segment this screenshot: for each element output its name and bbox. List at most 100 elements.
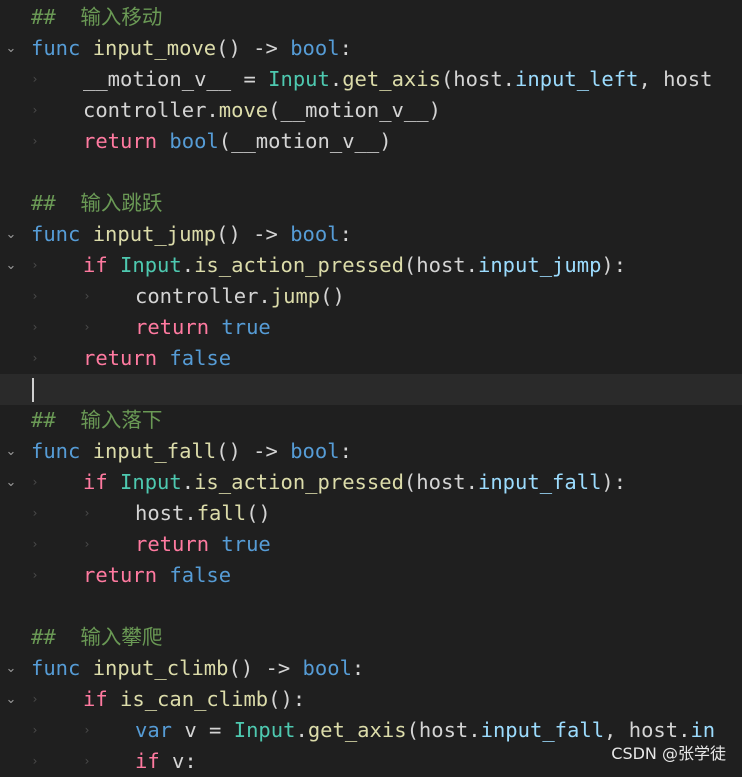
code-line[interactable]: ⌄ › if is_can_climb(): xyxy=(0,684,742,715)
tab-indent-icon: › xyxy=(32,506,38,520)
tab-indent-icon: › xyxy=(32,537,38,551)
watermark: CSDN @张学徒 xyxy=(611,744,726,763)
code-line[interactable]: ⌄ func input_jump() -> bool: xyxy=(0,219,742,250)
code-line[interactable]: › › return true xyxy=(0,312,742,343)
code-text: __motion_v__ = Input.get_axis(host.input… xyxy=(83,64,713,95)
code-line[interactable]: › return false xyxy=(0,560,742,591)
code-token: input_jump xyxy=(92,222,217,246)
tab-indent-icon: › xyxy=(32,134,38,148)
code-line[interactable]: ⌄ func input_climb() -> bool: xyxy=(0,653,742,684)
code-text: controller.move(__motion_v__) xyxy=(83,95,441,126)
code-line[interactable]: › return false xyxy=(0,343,742,374)
code-line[interactable]: › controller.move(__motion_v__) xyxy=(0,95,742,126)
code-text: func input_fall() -> bool: xyxy=(31,436,352,467)
code-token: (): xyxy=(268,687,306,711)
code-token: return xyxy=(135,315,210,339)
code-token: if xyxy=(83,470,108,494)
tab-indent-icon: › xyxy=(32,568,38,582)
code-line[interactable]: › › controller.jump() xyxy=(0,281,742,312)
code-token: ): xyxy=(601,470,627,494)
tab-indent-icon: › xyxy=(84,754,90,768)
code-token: . xyxy=(329,67,343,91)
code-line[interactable]: › __motion_v__ = Input.get_axis(host.inpu… xyxy=(0,64,742,95)
tab-indent-icon: › xyxy=(32,475,38,489)
code-token: true xyxy=(221,532,271,556)
code-line[interactable]: ## 输入移动 xyxy=(0,2,742,33)
tab-indent-icon: › xyxy=(32,289,38,303)
code-line[interactable] xyxy=(0,374,742,405)
code-token: input_jump xyxy=(477,253,602,277)
fold-chevron-icon[interactable]: ⌄ xyxy=(4,219,18,250)
tab-indent-icon: › xyxy=(32,692,38,706)
code-line[interactable]: › › return true xyxy=(0,529,742,560)
tab-indent-icon: › xyxy=(32,72,38,86)
tab-indent-icon: › xyxy=(32,320,38,334)
code-token: input_fall xyxy=(477,470,602,494)
code-token: is_action_pressed xyxy=(194,253,404,277)
code-editor[interactable]: ## 输入移动 ⌄ func input_move() -> bool: › __mot… xyxy=(0,0,742,773)
code-line[interactable]: ⌄ func input_fall() -> bool: xyxy=(0,436,742,467)
code-token: is_action_pressed xyxy=(194,470,404,494)
code-text: func input_move() -> bool: xyxy=(31,33,352,64)
code-token: move xyxy=(218,98,269,122)
fold-chevron-icon[interactable]: ⌄ xyxy=(4,250,18,281)
code-token: () xyxy=(320,284,345,308)
fold-chevron-icon[interactable]: ⌄ xyxy=(4,467,18,498)
code-line[interactable]: ## 输入落下 xyxy=(0,405,742,436)
code-text: func input_climb() -> bool: xyxy=(31,653,364,684)
code-line[interactable] xyxy=(0,157,742,188)
code-token: () -> xyxy=(216,439,291,463)
fold-chevron-icon[interactable]: ⌄ xyxy=(4,436,18,467)
code-token: bool xyxy=(302,656,352,680)
code-text: return bool(__motion_v__) xyxy=(83,126,392,157)
code-token: host. xyxy=(135,501,197,525)
code-token: ## 输入攀爬 xyxy=(31,625,163,649)
code-token: input_fall xyxy=(480,718,605,742)
tab-indent-icon: › xyxy=(32,754,38,768)
fold-chevron-icon[interactable]: ⌄ xyxy=(4,33,18,64)
code-line[interactable]: › › host.fall() xyxy=(0,498,742,529)
code-line[interactable]: ## 输入攀爬 xyxy=(0,622,742,653)
code-token: input_left xyxy=(515,67,639,91)
code-text: if v: xyxy=(135,746,197,777)
code-token: : xyxy=(339,36,352,60)
code-token: bool xyxy=(290,36,340,60)
tab-indent-icon: › xyxy=(32,351,38,365)
code-token: func xyxy=(31,439,81,463)
code-token: v: xyxy=(159,749,197,773)
code-line[interactable]: ⌄ func input_move() -> bool: xyxy=(0,33,742,64)
code-token: () -> xyxy=(216,222,291,246)
code-token: controller. xyxy=(83,98,219,122)
code-line[interactable]: ⌄ › if Input.is_action_pressed(host.input_… xyxy=(0,250,742,281)
code-token: (host. xyxy=(403,253,478,277)
code-token: . xyxy=(181,470,195,494)
code-token: return xyxy=(83,129,158,153)
code-token: func xyxy=(31,222,81,246)
code-token: : xyxy=(339,222,352,246)
code-line[interactable]: ⌄ › if Input.is_action_pressed(host.input_… xyxy=(0,467,742,498)
code-token: (host. xyxy=(406,718,481,742)
code-token: in xyxy=(690,718,716,742)
code-text: controller.jump() xyxy=(135,281,345,312)
code-line[interactable]: ## 输入跳跃 xyxy=(0,188,742,219)
code-line[interactable]: › return bool(__motion_v__) xyxy=(0,126,742,157)
tab-indent-icon: › xyxy=(84,723,90,737)
code-token: () -> xyxy=(228,656,303,680)
fold-chevron-icon[interactable]: ⌄ xyxy=(4,684,18,715)
fold-chevron-icon[interactable]: ⌄ xyxy=(4,653,18,684)
code-text: if Input.is_action_pressed(host.input_ju… xyxy=(83,250,626,281)
code-line[interactable] xyxy=(0,591,742,622)
code-token: Input xyxy=(233,718,296,742)
code-token: bool xyxy=(290,222,340,246)
tab-indent-icon: › xyxy=(84,537,90,551)
code-text: return true xyxy=(135,529,271,560)
code-text: ## 输入攀爬 xyxy=(31,622,162,653)
code-token: return xyxy=(83,346,158,370)
code-token: (host. xyxy=(403,470,478,494)
code-token: ## 输入落下 xyxy=(31,408,163,432)
